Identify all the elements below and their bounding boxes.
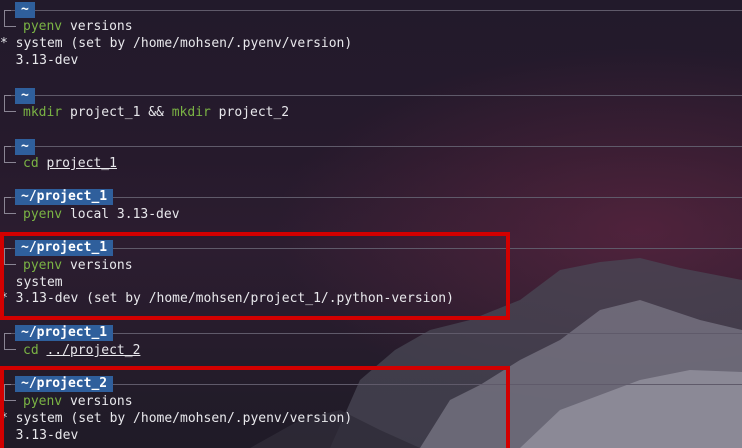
prompt-elbow [4,340,16,350]
prompt-divider [4,146,742,147]
command-line: cd ../project_2 [23,342,140,359]
output-line: * system (set by /home/mohsen/.pyenv/ver… [0,36,353,51]
directory-badge: ~ [15,2,35,18]
prompt-elbow [4,17,16,27]
command-line: cd project_1 [23,155,117,172]
command-args: versions [62,19,133,34]
highlight-box [0,366,510,448]
command-line: pyenv versions [23,18,133,35]
command-name: mkdir [23,105,63,120]
prompt-divider [4,95,742,96]
directory-badge: ~ [15,88,35,104]
command-name: cd [23,156,39,171]
path-link[interactable]: ../project_2 [46,343,140,358]
path-link[interactable]: project_1 [46,156,116,171]
prompt-elbow [4,102,16,112]
command-args: local 3.13-dev [62,207,180,222]
prompt-divider [4,197,742,198]
prompt-elbow [4,153,16,163]
command-name: pyenv [23,207,63,222]
output-line: 3.13-dev [0,53,79,68]
command-args: project_2 [210,105,290,120]
command-args: project_1 && [62,105,172,120]
prompt-elbow [4,204,16,214]
command-name: mkdir [171,105,211,120]
directory-badge: ~/project_1 [15,189,114,205]
highlight-box [0,232,510,320]
command-line: mkdir project_1 && mkdir project_2 [23,104,289,121]
command-name: pyenv [23,19,63,34]
command-name: cd [23,343,39,358]
directory-badge: ~ [15,139,35,155]
directory-badge: ~/project_1 [15,325,114,341]
command-line: pyenv local 3.13-dev [23,206,180,223]
prompt-divider [4,333,742,334]
prompt-divider [4,10,742,11]
